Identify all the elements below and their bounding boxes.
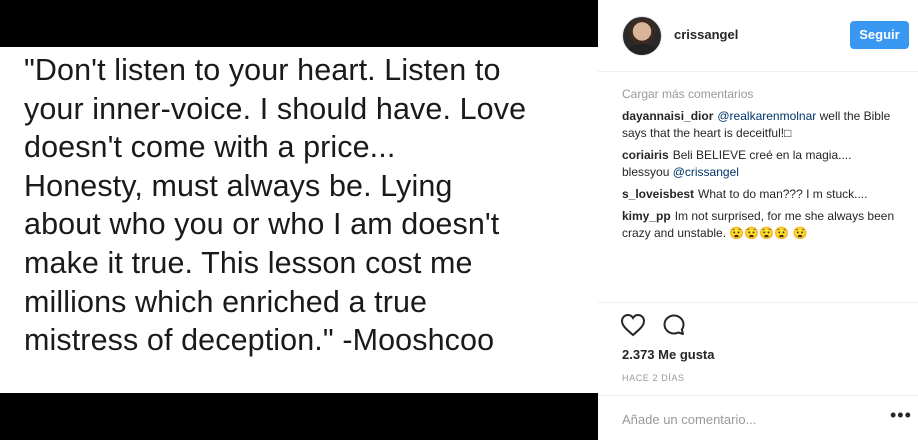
comment-author[interactable]: dayannaisi_dior — [622, 109, 713, 123]
load-more-comments-link[interactable]: Cargar más comentarios — [622, 86, 902, 103]
comment-icon[interactable] — [662, 313, 686, 337]
add-comment-input[interactable] — [622, 409, 892, 429]
media-bottom-bar — [0, 393, 598, 440]
comment-mention[interactable]: @crissangel — [673, 165, 739, 179]
comment-author[interactable]: kimy_pp — [622, 209, 671, 223]
comment-mention[interactable]: @realkarenmolnar — [717, 109, 816, 123]
likes-count[interactable]: 2.373 Me gusta — [622, 347, 715, 362]
comment-item: dayannaisi_dior @realkarenmolnar well the… — [622, 108, 902, 142]
comment-text: What to do man??? I m stuck.... — [698, 187, 868, 201]
media-top-bar — [0, 0, 598, 47]
more-options-icon[interactable]: ••• — [890, 406, 912, 424]
comment-item: kimy_pp Im not surprised, for me she alwa… — [622, 208, 902, 242]
post-timestamp[interactable]: HACE 2 DÍAS — [622, 373, 685, 383]
comment-item: s_loveisbest What to do man??? I m stuck.… — [622, 186, 902, 203]
actions-divider — [598, 302, 918, 303]
post-header: crissangel Seguir — [598, 0, 918, 72]
post-side-panel: crissangel Seguir Cargar más comentarios… — [598, 0, 918, 440]
heart-icon[interactable] — [620, 313, 646, 337]
add-comment-section — [598, 395, 918, 440]
comment-author[interactable]: coriairis — [622, 148, 669, 162]
comment-item: coriairis Beli BELIEVE creé en la magia..… — [622, 147, 902, 181]
comment-author[interactable]: s_loveisbest — [622, 187, 694, 201]
avatar[interactable] — [622, 16, 662, 56]
post-media: "Don't listen to your heart. Listen to y… — [0, 0, 598, 440]
media-quote-text: "Don't listen to your heart. Listen to y… — [24, 53, 527, 358]
follow-button[interactable]: Seguir — [850, 21, 909, 49]
username-link[interactable]: crissangel — [674, 27, 738, 42]
comments-list: Cargar más comentarios dayannaisi_dior @r… — [622, 86, 902, 247]
